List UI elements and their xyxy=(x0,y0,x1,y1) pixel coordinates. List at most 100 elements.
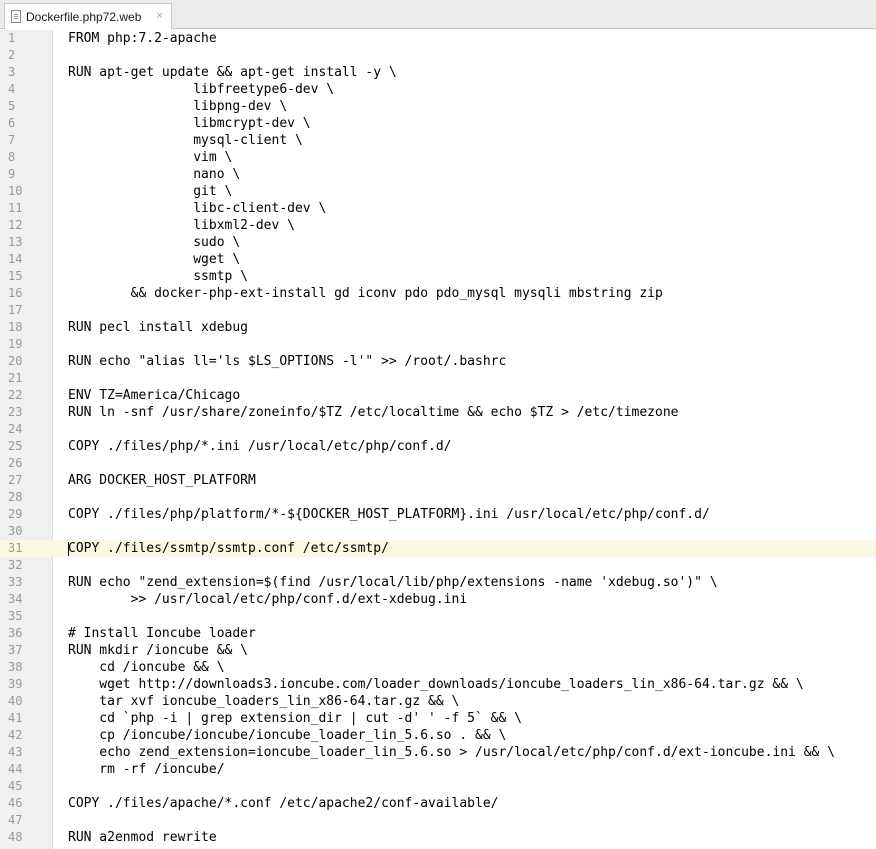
code-line[interactable]: 44 rm -rf /ioncube/ xyxy=(0,761,876,778)
code-line[interactable]: 37 RUN mkdir /ioncube && \ xyxy=(0,642,876,659)
code-text: COPY ./files/php/platform/*-${DOCKER_HOS… xyxy=(68,507,710,522)
code-line[interactable]: 40 tar xvf ioncube_loaders_lin_x86-64.ta… xyxy=(0,693,876,710)
current-code-line[interactable]: 31 COPY ./files/ssmtp/ssmtp.conf /etc/ssm… xyxy=(0,540,876,557)
code-text: cd `php -i | grep extension_dir | cut -d… xyxy=(68,711,522,726)
code-line[interactable]: 25 COPY ./files/php/*.ini /usr/local/etc/… xyxy=(0,438,876,455)
code-line[interactable]: 34 >> /usr/local/etc/php/conf.d/ext-xdeb… xyxy=(0,591,876,608)
code-text: sudo \ xyxy=(68,235,241,250)
code-text: RUN apt-get update && apt-get install -y… xyxy=(68,65,397,80)
code-line[interactable]: 48 RUN a2enmod rewrite xyxy=(0,829,876,846)
code-text: ssmtp \ xyxy=(68,269,249,284)
tab-dockerfile[interactable]: Dockerfile.php72.web × xyxy=(4,3,172,29)
code-line[interactable]: 26 xyxy=(0,455,876,472)
code-line[interactable]: 28 xyxy=(0,489,876,506)
code-line[interactable]: 3 RUN apt-get update && apt-get install -… xyxy=(0,64,876,81)
code-line[interactable]: 5 libpng-dev \ xyxy=(0,98,876,115)
line-number: 22 xyxy=(8,388,23,402)
code-line[interactable]: 45 xyxy=(0,778,876,795)
line-number: 36 xyxy=(8,626,23,640)
line-number: 9 xyxy=(8,167,16,181)
code-line[interactable]: 32 xyxy=(0,557,876,574)
code-text: COPY ./files/ssmtp/ssmtp.conf /etc/ssmtp… xyxy=(68,541,389,556)
line-number: 46 xyxy=(8,796,23,810)
line-number: 16 xyxy=(8,286,23,300)
line-number: 23 xyxy=(8,405,23,419)
line-number: 7 xyxy=(8,133,16,147)
code-text: RUN a2enmod rewrite xyxy=(68,830,217,845)
code-line[interactable]: 47 xyxy=(0,812,876,829)
code-line[interactable]: 14 wget \ xyxy=(0,251,876,268)
code-line[interactable]: 10 git \ xyxy=(0,183,876,200)
code-text: RUN echo "zend_extension=$(find /usr/loc… xyxy=(68,575,718,590)
code-line[interactable]: 7 mysql-client \ xyxy=(0,132,876,149)
line-number: 3 xyxy=(8,65,16,79)
code-text: >> /usr/local/etc/php/conf.d/ext-xdebug.… xyxy=(68,592,468,607)
code-line[interactable]: 8 vim \ xyxy=(0,149,876,166)
code-line[interactable]: 11 libc-client-dev \ xyxy=(0,200,876,217)
code-text: && docker-php-ext-install gd iconv pdo p… xyxy=(68,286,663,301)
line-number: 29 xyxy=(8,507,23,521)
code-line[interactable]: 21 xyxy=(0,370,876,387)
line-number: 15 xyxy=(8,269,23,283)
line-number: 14 xyxy=(8,252,23,266)
code-text: vim \ xyxy=(68,150,233,165)
line-number: 33 xyxy=(8,575,23,589)
code-line[interactable]: 42 cp /ioncube/ioncube/ioncube_loader_li… xyxy=(0,727,876,744)
code-text: echo zend_extension=ioncube_loader_lin_5… xyxy=(68,745,836,760)
line-number: 26 xyxy=(8,456,23,470)
code-line[interactable]: 19 xyxy=(0,336,876,353)
line-number: 1 xyxy=(8,31,16,45)
code-line[interactable]: 13 sudo \ xyxy=(0,234,876,251)
code-text: RUN pecl install xdebug xyxy=(68,320,249,335)
line-number: 8 xyxy=(8,150,16,164)
code-text: ARG DOCKER_HOST_PLATFORM xyxy=(68,473,256,488)
line-number: 4 xyxy=(8,82,16,96)
code-text: wget http://downloads3.ioncube.com/loade… xyxy=(68,677,804,692)
code-lines: 1 FROM php:7.2-apache 2 3 RUN apt-get update… xyxy=(0,30,876,846)
close-icon[interactable]: × xyxy=(156,11,162,22)
code-line[interactable]: 2 xyxy=(0,47,876,64)
code-line[interactable]: 24 xyxy=(0,421,876,438)
code-line[interactable]: 4 libfreetype6-dev \ xyxy=(0,81,876,98)
code-line[interactable]: 6 libmcrypt-dev \ xyxy=(0,115,876,132)
code-line[interactable]: 39 wget http://downloads3.ioncube.com/lo… xyxy=(0,676,876,693)
code-line[interactable]: 43 echo zend_extension=ioncube_loader_li… xyxy=(0,744,876,761)
code-line[interactable]: 1 FROM php:7.2-apache xyxy=(0,30,876,47)
line-number: 40 xyxy=(8,694,23,708)
code-line[interactable]: 27 ARG DOCKER_HOST_PLATFORM xyxy=(0,472,876,489)
code-line[interactable]: 30 xyxy=(0,523,876,540)
code-line[interactable]: 12 libxml2-dev \ xyxy=(0,217,876,234)
code-line[interactable]: 16 && docker-php-ext-install gd iconv pd… xyxy=(0,285,876,302)
code-text: RUN echo "alias ll='ls $LS_OPTIONS -l'" … xyxy=(68,354,507,369)
code-line[interactable]: 36 # Install Ioncube loader xyxy=(0,625,876,642)
line-number: 41 xyxy=(8,711,23,725)
code-editor[interactable]: 1 FROM php:7.2-apache 2 3 RUN apt-get update… xyxy=(0,30,876,849)
code-text: RUN ln -snf /usr/share/zoneinfo/$TZ /etc… xyxy=(68,405,679,420)
code-line[interactable]: 17 xyxy=(0,302,876,319)
code-text: libmcrypt-dev \ xyxy=(68,116,311,131)
line-number: 31 xyxy=(8,541,23,555)
code-text: cp /ioncube/ioncube/ioncube_loader_lin_5… xyxy=(68,728,507,743)
code-line[interactable]: 20 RUN echo "alias ll='ls $LS_OPTIONS -l'… xyxy=(0,353,876,370)
code-line[interactable]: 9 nano \ xyxy=(0,166,876,183)
code-line[interactable]: 33 RUN echo "zend_extension=$(find /usr/l… xyxy=(0,574,876,591)
code-line[interactable]: 18 RUN pecl install xdebug xyxy=(0,319,876,336)
code-text: # Install Ioncube loader xyxy=(68,626,256,641)
code-line[interactable]: 46 COPY ./files/apache/*.conf /etc/apache… xyxy=(0,795,876,812)
line-number: 39 xyxy=(8,677,23,691)
editor-tab-bar: Dockerfile.php72.web × xyxy=(0,0,876,29)
line-number: 11 xyxy=(8,201,23,215)
code-text: FROM php:7.2-apache xyxy=(68,31,217,46)
code-line[interactable]: 35 xyxy=(0,608,876,625)
line-number: 30 xyxy=(8,524,23,538)
code-line[interactable]: 22 ENV TZ=America/Chicago xyxy=(0,387,876,404)
code-line[interactable]: 29 COPY ./files/php/platform/*-${DOCKER_H… xyxy=(0,506,876,523)
code-line[interactable]: 23 RUN ln -snf /usr/share/zoneinfo/$TZ /e… xyxy=(0,404,876,421)
code-line[interactable]: 38 cd /ioncube && \ xyxy=(0,659,876,676)
tab-label: Dockerfile.php72.web xyxy=(26,9,142,24)
code-line[interactable]: 41 cd `php -i | grep extension_dir | cut… xyxy=(0,710,876,727)
code-text: cd /ioncube && \ xyxy=(68,660,225,675)
code-text: nano \ xyxy=(68,167,241,182)
line-number: 47 xyxy=(8,813,23,827)
code-line[interactable]: 15 ssmtp \ xyxy=(0,268,876,285)
